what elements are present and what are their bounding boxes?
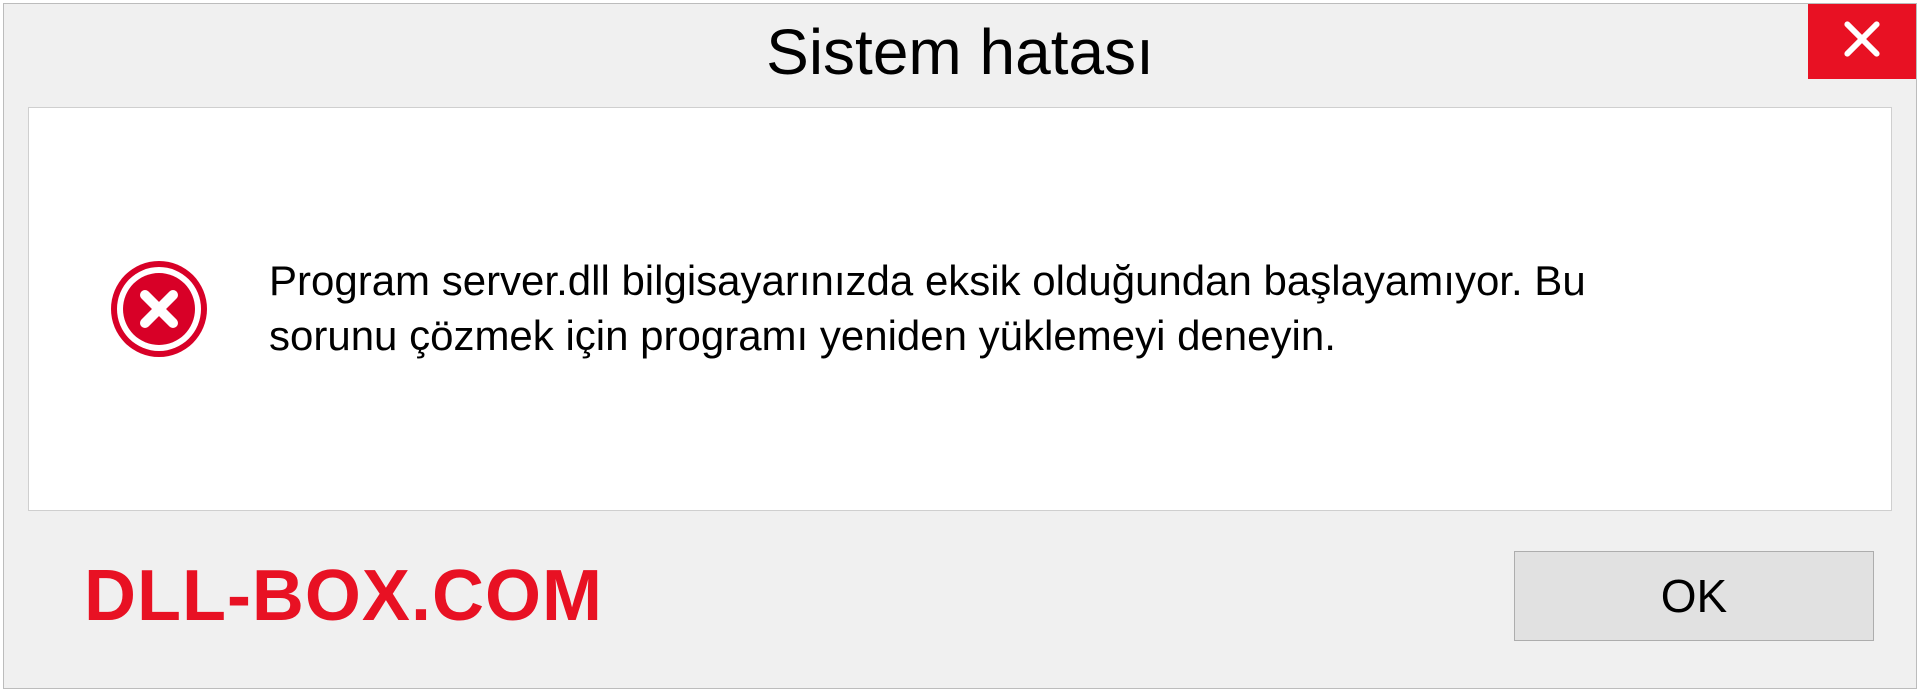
watermark-text: DLL-BOX.COM [84, 555, 603, 637]
dialog-footer: DLL-BOX.COM OK [4, 511, 1916, 681]
titlebar: Sistem hatası [4, 4, 1916, 99]
ok-button[interactable]: OK [1514, 551, 1874, 641]
error-dialog: Sistem hatası Program server.dll bilgisa… [3, 3, 1917, 689]
error-icon [109, 259, 209, 359]
close-button[interactable] [1808, 4, 1916, 79]
content-panel: Program server.dll bilgisayarınızda eksi… [28, 107, 1892, 511]
close-icon [1840, 17, 1884, 66]
error-message: Program server.dll bilgisayarınızda eksi… [269, 254, 1719, 363]
dialog-title: Sistem hatası [766, 15, 1154, 89]
